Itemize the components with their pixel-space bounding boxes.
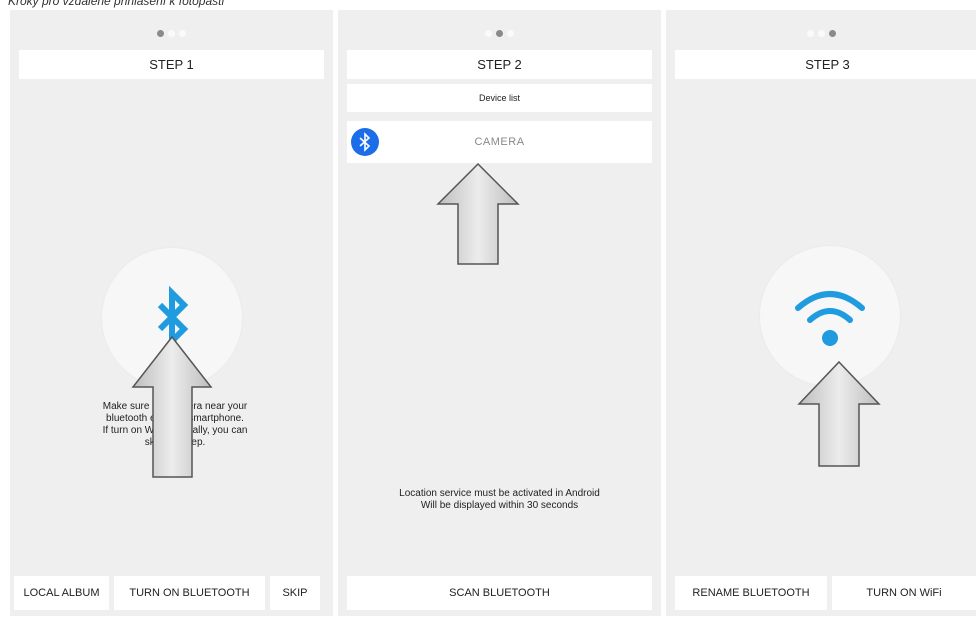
page-dot-active <box>828 30 836 37</box>
step-title: STEP 2 <box>347 50 652 79</box>
up-arrow-icon <box>797 360 881 467</box>
message-line: Location service must be activated in An… <box>399 488 600 499</box>
local-album-button[interactable]: LOCAL ALBUM <box>14 576 109 610</box>
step-title: STEP 1 <box>19 50 324 79</box>
step-title: STEP 3 <box>675 50 976 79</box>
page-dot <box>806 30 814 37</box>
scan-bluetooth-button[interactable]: SCAN BLUETOOTH <box>347 576 652 610</box>
device-name: CAMERA <box>474 136 525 148</box>
page-dot <box>179 30 186 37</box>
rename-bluetooth-button[interactable]: RENAME BLUETOOTH <box>675 576 827 610</box>
step1-panel: STEP 1 Make sure the camera near your bl… <box>10 10 333 616</box>
message-line: Will be displayed within 30 seconds <box>420 500 579 511</box>
up-arrow-icon <box>436 162 520 265</box>
page-indicator <box>338 24 661 37</box>
page-dot <box>485 30 492 37</box>
step2-message: Location service must be activated in An… <box>338 488 661 512</box>
up-arrow-icon <box>131 335 213 478</box>
step3-panel: STEP 3 RENAME BLUETOOTH TURN ON WiFi <box>666 10 976 616</box>
caption: Kroky pro vzdálené přihlášení k fotopast… <box>8 0 225 8</box>
turn-on-bluetooth-button[interactable]: TURN ON BLUETOOTH <box>114 576 265 610</box>
page-dot <box>168 30 175 37</box>
page-dot-active <box>496 30 503 37</box>
device-list-header: Device list <box>347 84 652 112</box>
page-dot <box>817 30 825 37</box>
page-indicator <box>10 24 333 37</box>
device-row[interactable]: CAMERA <box>347 121 652 163</box>
turn-on-wifi-button[interactable]: TURN ON WiFi <box>832 576 976 610</box>
skip-button[interactable]: SKIP <box>270 576 320 610</box>
step2-panel: STEP 2 Device list CAMERA Location servi… <box>338 10 661 616</box>
page-dot <box>507 30 514 37</box>
page-indicator <box>666 24 976 37</box>
page-dot-active <box>157 30 164 37</box>
